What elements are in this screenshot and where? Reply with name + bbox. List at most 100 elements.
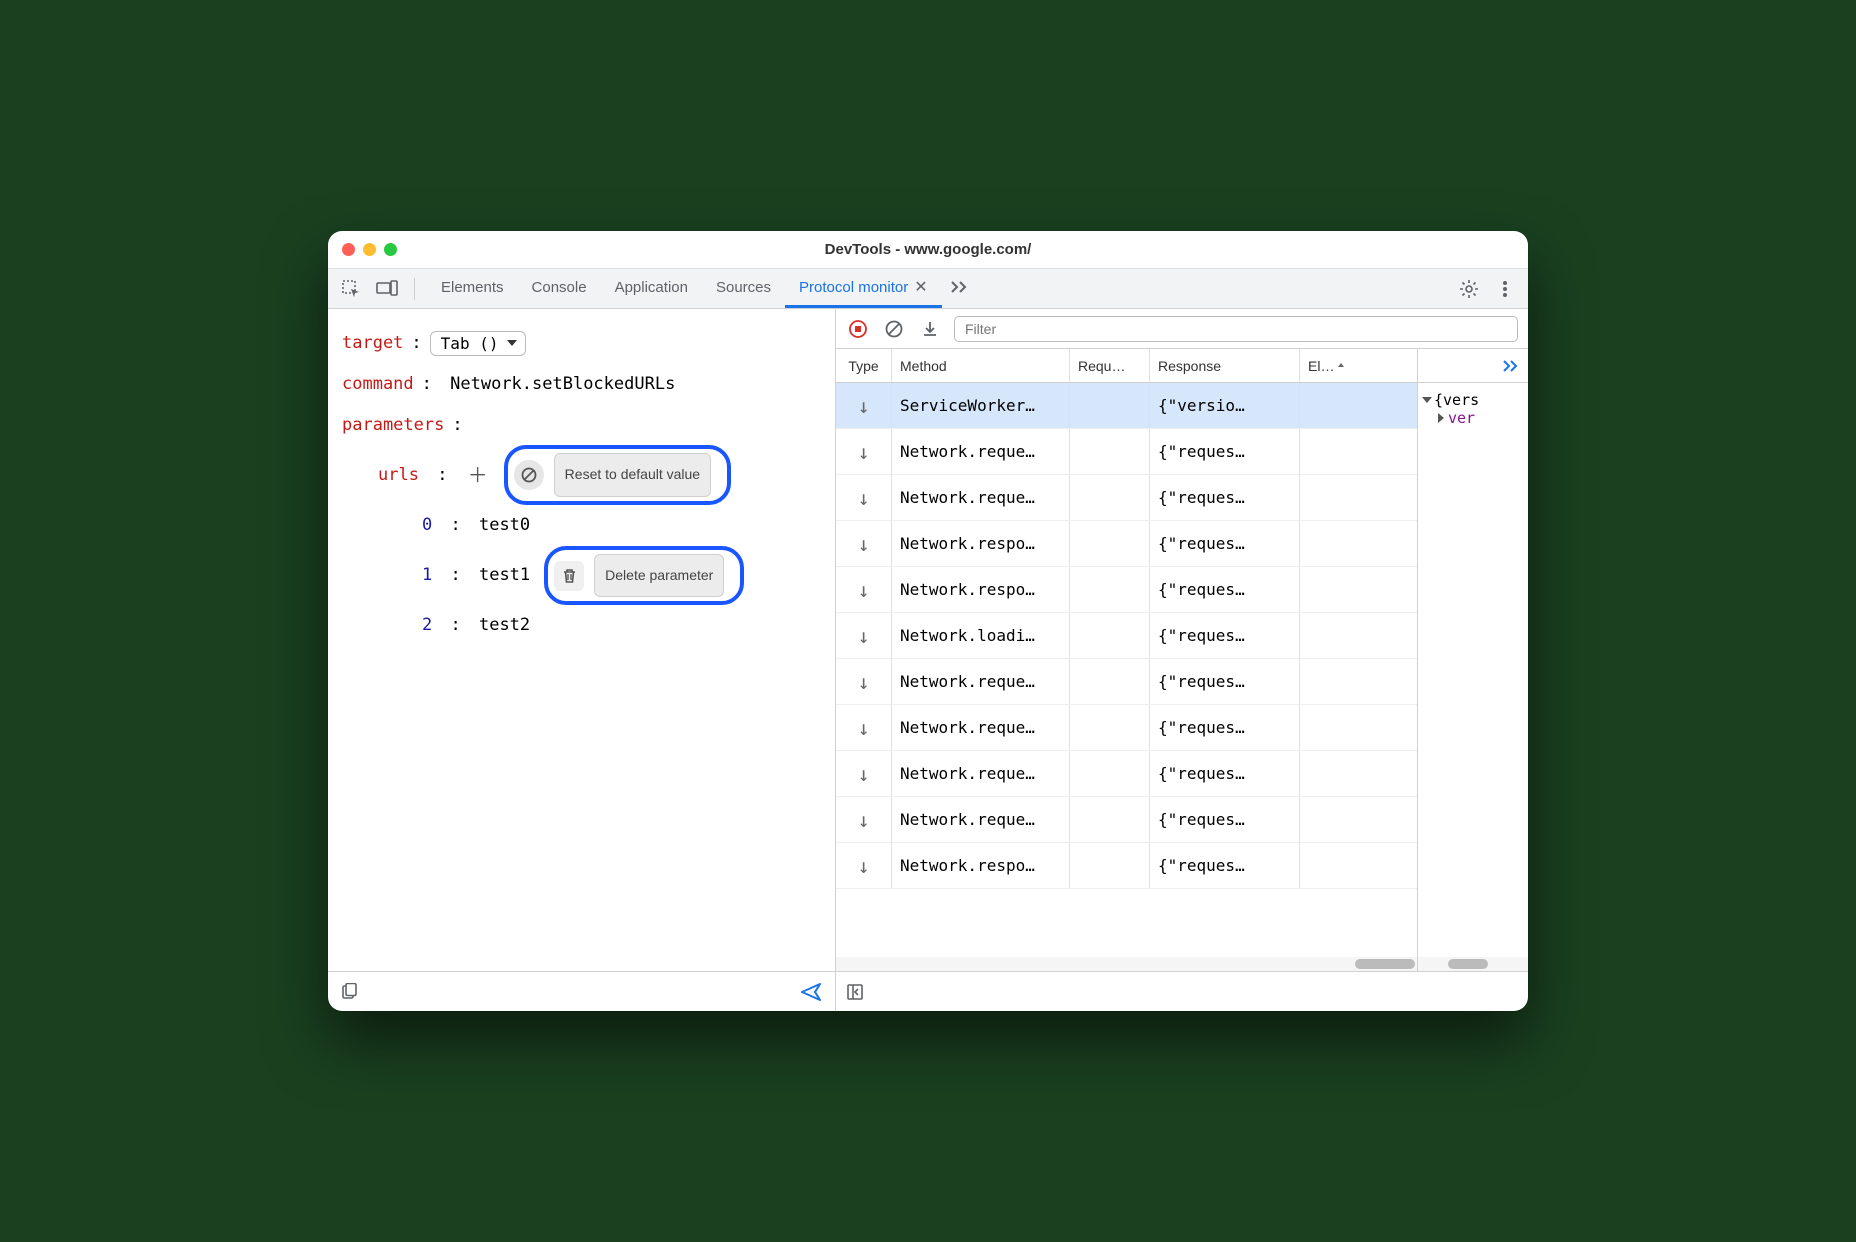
url-value: test1: [479, 555, 530, 596]
table-row[interactable]: ↓Network.respo…{"reques…: [836, 521, 1417, 567]
cell-response: {"reques…: [1150, 429, 1300, 474]
arrow-down-icon: ↓: [857, 670, 869, 694]
cell-elapsed: [1300, 843, 1364, 888]
sort-asc-icon: [1336, 361, 1346, 371]
detail-tabs: [1418, 349, 1528, 383]
url-item-1[interactable]: 1 : test1 Delete parameter: [342, 546, 821, 606]
tab-sources[interactable]: Sources: [702, 269, 785, 308]
more-detail-tabs-icon[interactable]: [1502, 360, 1520, 372]
download-icon[interactable]: [918, 317, 942, 341]
close-window-button[interactable]: [342, 243, 355, 256]
clear-icon[interactable]: [882, 317, 906, 341]
monitor-toolbar: [836, 309, 1528, 349]
url-index: 0: [422, 505, 432, 546]
url-item-2[interactable]: 2 : test2: [342, 605, 821, 646]
tab-label: Elements: [441, 279, 504, 296]
cell-response: {"versio…: [1150, 383, 1300, 428]
toggle-sidebar-icon[interactable]: [846, 983, 864, 1001]
kebab-menu-icon[interactable]: [1490, 274, 1520, 304]
tab-label: Application: [615, 279, 688, 296]
tab-application[interactable]: Application: [601, 269, 702, 308]
record-icon[interactable]: [846, 317, 870, 341]
table-row[interactable]: ↓ Network.reque… {"reques…: [836, 659, 1417, 705]
monitor-body: Type Method Requ… Response El… ↓ServiceW…: [836, 349, 1528, 971]
cell-elapsed: [1300, 705, 1364, 750]
zoom-window-button[interactable]: [384, 243, 397, 256]
cell-method: Network.respo…: [892, 843, 1070, 888]
arrow-down-icon: ↓: [857, 808, 869, 832]
table-row[interactable]: ↓ServiceWorker…{"versio…: [836, 383, 1417, 429]
main-split: target: Tab () command: Network.setBlock…: [328, 309, 1528, 1011]
url-value: test0: [479, 505, 530, 546]
cell-elapsed: [1300, 567, 1364, 612]
cell-request: [1070, 797, 1150, 842]
cell-request: [1070, 475, 1150, 520]
arrow-down-icon: ↓: [857, 394, 869, 418]
expand-icon[interactable]: [1438, 413, 1444, 423]
reset-icon[interactable]: [514, 460, 544, 490]
cell-method: Network.reque…: [892, 751, 1070, 796]
arrow-down-icon: ↓: [857, 578, 869, 602]
cell-elapsed: [1300, 429, 1364, 474]
detail-tree[interactable]: {vers ver: [1418, 383, 1528, 435]
parameters-row: parameters:: [342, 405, 821, 446]
table-row[interactable]: ↓Network.reque…{"reques…: [836, 475, 1417, 521]
tab-protocol-monitor[interactable]: Protocol monitor ✕: [785, 269, 942, 308]
url-index: 1: [422, 555, 432, 596]
table-row[interactable]: ↓ Network.respo… {"reques…: [836, 567, 1417, 613]
arrow-down-icon: ↓: [857, 854, 869, 878]
add-url-button[interactable]: ＋: [466, 463, 490, 487]
target-select[interactable]: Tab (): [430, 331, 526, 356]
minimize-window-button[interactable]: [363, 243, 376, 256]
expand-icon[interactable]: [1422, 397, 1432, 403]
cell-method: Network.reque…: [892, 429, 1070, 474]
send-button[interactable]: [801, 983, 823, 1001]
table-row[interactable]: ↓Network.reque…{"reques…: [836, 797, 1417, 843]
cell-response: {"reques…: [1150, 567, 1300, 612]
cell-request: [1070, 521, 1150, 566]
close-tab-icon[interactable]: ✕: [914, 277, 927, 297]
detail-scrollbar[interactable]: [1418, 957, 1528, 971]
cell-elapsed: [1300, 613, 1364, 658]
cell-request: [1070, 843, 1150, 888]
target-label: target: [342, 323, 403, 364]
col-elapsed[interactable]: El…: [1300, 349, 1364, 382]
settings-icon[interactable]: [1454, 274, 1484, 304]
cell-response: {"reques…: [1150, 751, 1300, 796]
table-row[interactable]: ↓Network.loadi…{"reques…: [836, 613, 1417, 659]
filter-input[interactable]: [954, 316, 1518, 342]
cell-request: [1070, 751, 1150, 796]
cell-method: Network.reque…: [892, 659, 1070, 704]
cell-method: Network.respo…: [892, 567, 1070, 612]
device-toolbar-icon[interactable]: [372, 274, 402, 304]
col-method[interactable]: Method: [892, 349, 1070, 382]
table-row[interactable]: ↓Network.reque…{"reques…: [836, 429, 1417, 475]
cell-method: Network.respo…: [892, 521, 1070, 566]
col-request[interactable]: Requ…: [1070, 349, 1150, 382]
table-body[interactable]: ↓ServiceWorker…{"versio…↓Network.reque…{…: [836, 383, 1417, 957]
cell-elapsed: [1300, 383, 1364, 428]
copy-icon[interactable]: [340, 983, 358, 1001]
more-tabs-button[interactable]: [942, 269, 978, 308]
cell-elapsed: [1300, 659, 1364, 704]
cell-response: {"reques…: [1150, 659, 1300, 704]
inspect-element-icon[interactable]: [336, 274, 366, 304]
tab-elements[interactable]: Elements: [427, 269, 518, 308]
horizontal-scrollbar[interactable]: [836, 957, 1417, 971]
url-item-0[interactable]: 0 : test0: [342, 505, 821, 546]
tab-console[interactable]: Console: [518, 269, 601, 308]
table-row[interactable]: ↓Network.reque…{"reques…: [836, 705, 1417, 751]
arrow-down-icon: ↓: [857, 486, 869, 510]
cell-response: {"reques…: [1150, 613, 1300, 658]
protocol-monitor-pane: Type Method Requ… Response El… ↓ServiceW…: [836, 309, 1528, 1011]
detail-sidebar: {vers ver: [1418, 349, 1528, 971]
col-response[interactable]: Response: [1150, 349, 1300, 382]
table-row[interactable]: ↓Network.reque…{"reques…: [836, 751, 1417, 797]
target-row: target: Tab (): [342, 323, 821, 364]
delete-callout: Delete parameter: [544, 546, 744, 606]
divider: [414, 278, 415, 300]
trash-icon[interactable]: [554, 561, 584, 591]
table-row[interactable]: ↓Network.respo…{"reques…: [836, 843, 1417, 889]
reset-tooltip: Reset to default value: [554, 453, 711, 497]
col-type[interactable]: Type: [836, 349, 892, 382]
